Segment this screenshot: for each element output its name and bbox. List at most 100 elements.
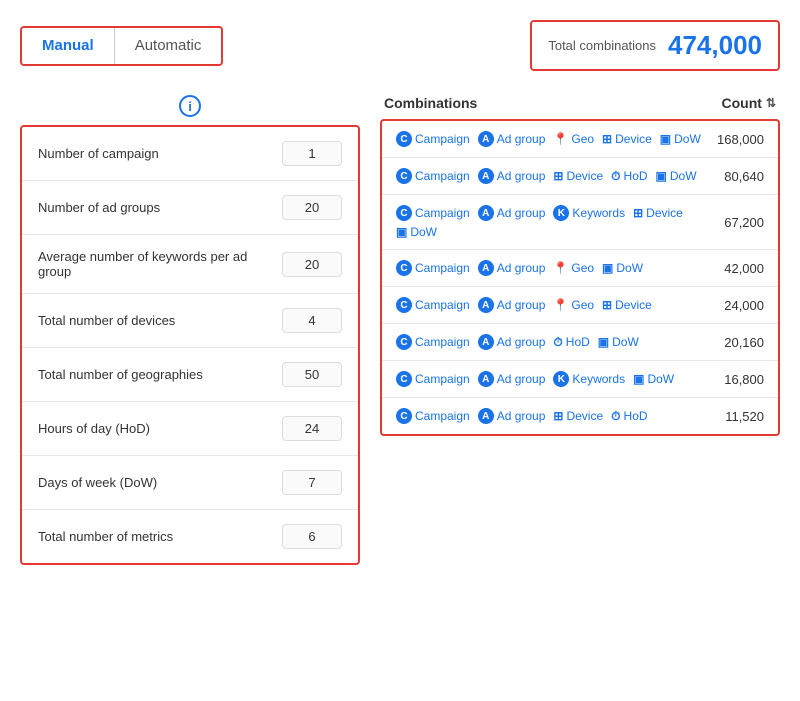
combo-tag: ▣ DoW bbox=[598, 334, 639, 350]
tag-icon: A bbox=[478, 371, 494, 387]
tag-label: Campaign bbox=[415, 206, 470, 220]
input-field[interactable] bbox=[282, 252, 342, 277]
tag-label: DoW bbox=[616, 261, 643, 275]
combo-tag: C Campaign bbox=[396, 334, 470, 350]
combo-count: 80,640 bbox=[704, 169, 764, 184]
input-row: Total number of geographies bbox=[22, 348, 358, 402]
combo-tags: C Campaign A Ad group K Keywords ▣ DoW bbox=[396, 371, 704, 387]
tag-label: DoW bbox=[670, 169, 697, 183]
tag-label: Ad group bbox=[497, 132, 546, 146]
tag-label: Campaign bbox=[415, 132, 470, 146]
info-icon[interactable]: i bbox=[179, 95, 201, 117]
tag-label: Ad group bbox=[497, 409, 546, 423]
input-field[interactable] bbox=[282, 308, 342, 333]
tag-icon: A bbox=[478, 297, 494, 313]
input-field[interactable] bbox=[282, 524, 342, 549]
tag-icon: ▣ bbox=[633, 372, 644, 386]
tag-label: Device bbox=[566, 409, 603, 423]
combo-tag: K Keywords bbox=[553, 371, 625, 387]
input-label: Total number of devices bbox=[38, 313, 282, 328]
tag-label: Campaign bbox=[415, 298, 470, 312]
input-row: Number of ad groups bbox=[22, 181, 358, 235]
combo-tag: 📍 Geo bbox=[553, 297, 594, 313]
count-header: Count ⇅ bbox=[722, 95, 777, 111]
tag-icon: A bbox=[478, 408, 494, 424]
combo-tag: A Ad group bbox=[478, 297, 546, 313]
tag-icon: ⏱ bbox=[611, 409, 620, 424]
combo-tags: C Campaign A Ad group 📍 Geo ⊞ Device bbox=[396, 131, 704, 147]
tag-icon: A bbox=[478, 131, 494, 147]
combo-tag: ⊞ Device bbox=[553, 168, 603, 184]
input-field[interactable] bbox=[282, 195, 342, 220]
tab-automatic[interactable]: Automatic bbox=[115, 29, 222, 62]
total-combinations-box: Total combinations 474,000 bbox=[530, 20, 780, 71]
tag-label: Geo bbox=[571, 261, 594, 275]
input-field[interactable] bbox=[282, 141, 342, 166]
combo-tag: A Ad group bbox=[478, 371, 546, 387]
combo-row: C Campaign A Ad group ⊞ Device ⏱ HoD bbox=[382, 398, 778, 434]
combo-row: C Campaign A Ad group ⊞ Device ⏱ HoD bbox=[382, 158, 778, 195]
combo-tag: C Campaign bbox=[396, 205, 470, 221]
input-label: Total number of geographies bbox=[38, 367, 282, 382]
tag-label: HoD bbox=[566, 335, 590, 349]
tag-label: Ad group bbox=[497, 206, 546, 220]
combos-header: Combinations Count ⇅ bbox=[380, 95, 780, 111]
tag-icon: ▣ bbox=[602, 261, 613, 275]
combo-tag: A Ad group bbox=[478, 205, 546, 221]
tab-manual[interactable]: Manual bbox=[22, 29, 114, 62]
tag-icon: C bbox=[396, 168, 412, 184]
tag-label: Ad group bbox=[497, 298, 546, 312]
combo-tags: C Campaign A Ad group 📍 Geo ⊞ Device bbox=[396, 297, 704, 313]
tag-icon: C bbox=[396, 371, 412, 387]
tag-icon: ⊞ bbox=[553, 409, 563, 423]
tag-icon: ⏱ bbox=[611, 169, 620, 184]
main-content: i Number of campaign Number of ad groups… bbox=[20, 95, 780, 565]
combo-tag: ⏱ HoD bbox=[611, 168, 647, 184]
top-bar: Manual Automatic Total combinations 474,… bbox=[20, 20, 780, 71]
tag-icon: K bbox=[553, 371, 569, 387]
input-field[interactable] bbox=[282, 416, 342, 441]
tab-group: Manual Automatic bbox=[20, 26, 223, 66]
combo-tag: ⏱ HoD bbox=[611, 408, 647, 424]
combo-tag: ⊞ Device bbox=[633, 205, 683, 221]
tag-icon: ⊞ bbox=[602, 298, 612, 312]
combinations-title: Combinations bbox=[384, 95, 477, 111]
tag-icon: ⏱ bbox=[553, 335, 562, 350]
input-label: Hours of day (HoD) bbox=[38, 421, 282, 436]
tag-label: Device bbox=[615, 132, 652, 146]
combo-tag: C Campaign bbox=[396, 260, 470, 276]
input-field[interactable] bbox=[282, 470, 342, 495]
input-row: Total number of devices bbox=[22, 294, 358, 348]
tag-label: Device bbox=[615, 298, 652, 312]
tag-label: Geo bbox=[571, 298, 594, 312]
combo-tag: A Ad group bbox=[478, 334, 546, 350]
sort-icon[interactable]: ⇅ bbox=[766, 96, 776, 110]
tag-label: HoD bbox=[624, 169, 648, 183]
combo-row: C Campaign A Ad group K Keywords ⊞ Devic… bbox=[382, 195, 778, 250]
combo-tag: ▣ DoW bbox=[656, 168, 697, 184]
combo-tag: K Keywords bbox=[553, 205, 625, 221]
tag-icon: 📍 bbox=[553, 298, 568, 312]
combo-tag: ⊞ Device bbox=[602, 297, 652, 313]
tag-label: Campaign bbox=[415, 335, 470, 349]
combo-count: 67,200 bbox=[704, 215, 764, 230]
tag-label: DoW bbox=[612, 335, 639, 349]
tag-label: Device bbox=[646, 206, 683, 220]
combo-row: C Campaign A Ad group K Keywords ▣ DoW bbox=[382, 361, 778, 398]
input-field[interactable] bbox=[282, 362, 342, 387]
combo-row: C Campaign A Ad group 📍 Geo ▣ DoW bbox=[382, 250, 778, 287]
tag-icon: 📍 bbox=[553, 132, 568, 146]
combo-row: C Campaign A Ad group 📍 Geo ⊞ Device bbox=[382, 287, 778, 324]
combo-tag: A Ad group bbox=[478, 260, 546, 276]
combo-tags: C Campaign A Ad group ⊞ Device ⏱ HoD bbox=[396, 408, 704, 424]
tag-icon: C bbox=[396, 260, 412, 276]
tag-icon: C bbox=[396, 131, 412, 147]
tag-label: Keywords bbox=[572, 372, 625, 386]
combo-tag: 📍 Geo bbox=[553, 260, 594, 276]
input-label: Total number of metrics bbox=[38, 529, 282, 544]
tag-label: Campaign bbox=[415, 409, 470, 423]
tag-icon: A bbox=[478, 260, 494, 276]
input-row: Total number of metrics bbox=[22, 510, 358, 563]
tag-icon: ▣ bbox=[598, 335, 609, 349]
tag-icon: A bbox=[478, 334, 494, 350]
